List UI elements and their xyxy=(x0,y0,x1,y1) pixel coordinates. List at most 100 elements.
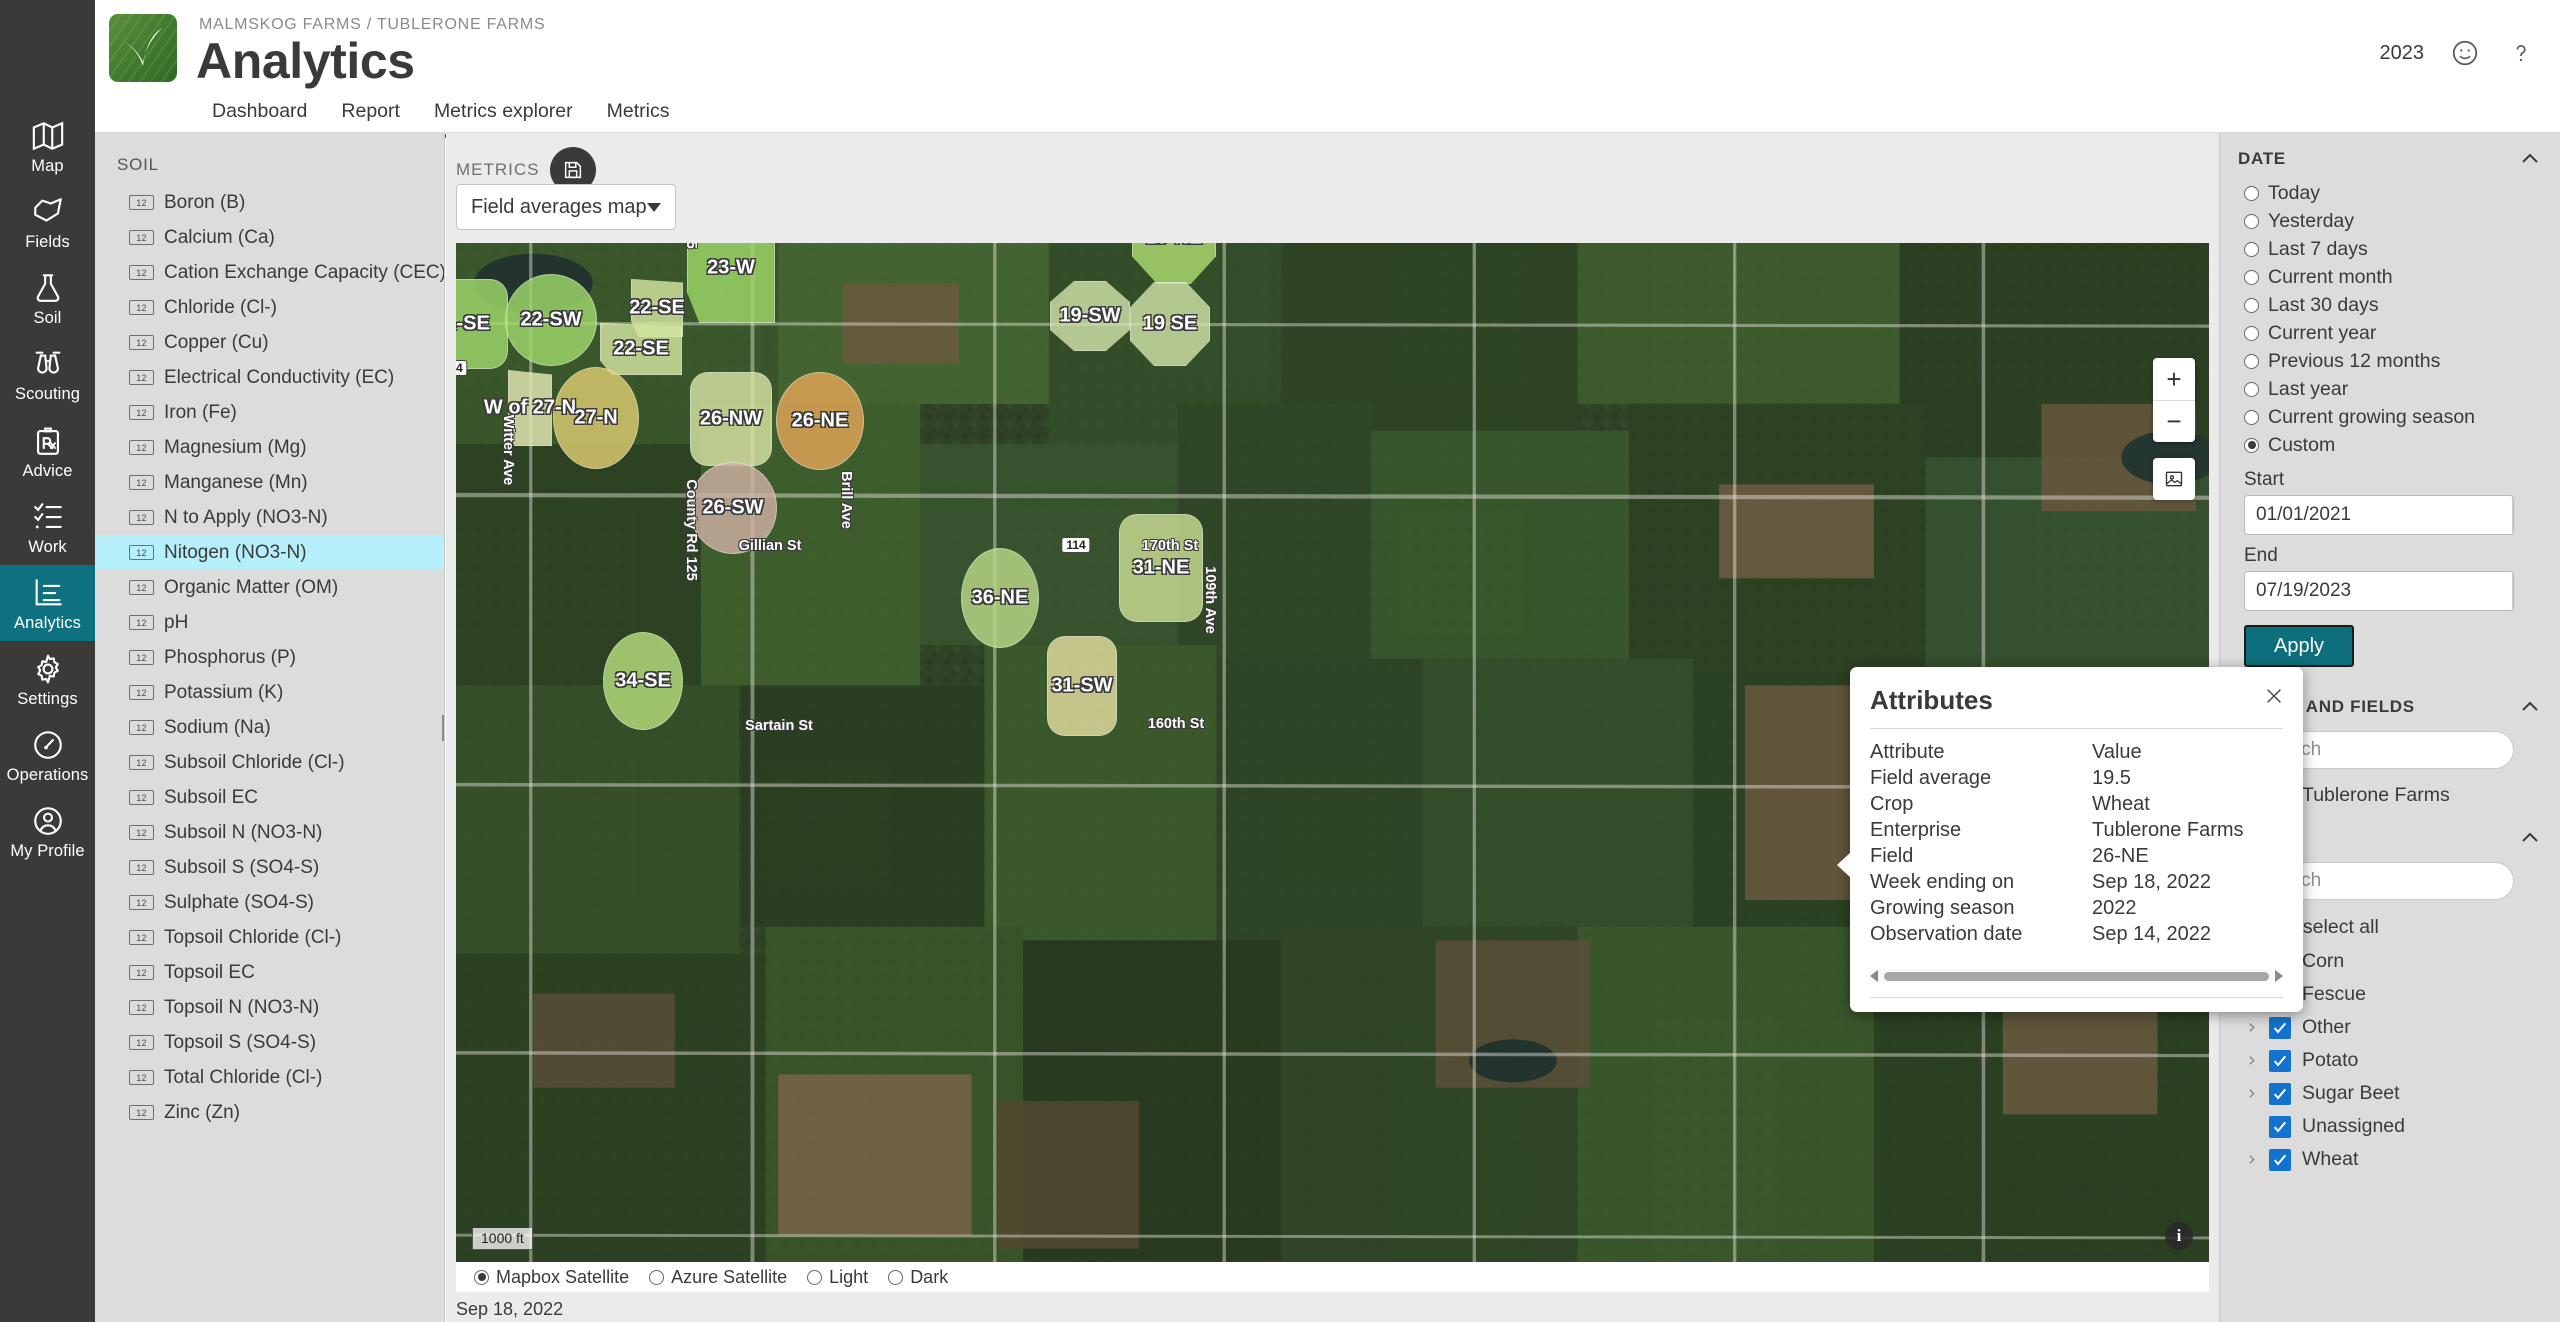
scroll-left-arrow-icon[interactable] xyxy=(1870,970,1878,982)
field-polygon[interactable] xyxy=(1047,636,1117,736)
nav-item-analytics[interactable]: Analytics xyxy=(0,564,95,641)
end-date-field[interactable] xyxy=(2244,571,2514,611)
tab-dashboard[interactable]: Dashboard xyxy=(195,94,324,138)
metric-item[interactable]: 12 Iron (Fe) xyxy=(95,395,444,430)
map-view-select[interactable]: Field averages map xyxy=(456,184,676,230)
crop-item-unassigned[interactable]: Unassigned xyxy=(2220,1110,2560,1143)
metric-item[interactable]: 12 Sodium (Na) xyxy=(95,710,444,745)
start-date-input[interactable] xyxy=(2245,496,2512,534)
metric-item[interactable]: 12 Subsoil N (NO3-N) xyxy=(95,815,444,850)
metric-item[interactable]: 12 Copper (Cu) xyxy=(95,325,444,360)
scroll-track[interactable] xyxy=(1884,971,2269,981)
start-date-field[interactable] xyxy=(2244,495,2514,535)
metric-item[interactable]: 12 Potassium (K) xyxy=(95,675,444,710)
date-option-current-month[interactable]: Current month xyxy=(2220,263,2560,291)
metric-item[interactable]: 12 Calcium (Ca) xyxy=(95,220,444,255)
date-option-custom[interactable]: Custom xyxy=(2220,431,2560,459)
fit-to-bounds-icon[interactable] xyxy=(2153,458,2195,500)
metric-item[interactable]: 12 Cation Exchange Capacity (CEC) xyxy=(95,255,444,290)
field-polygon[interactable] xyxy=(1050,281,1130,351)
close-icon[interactable] xyxy=(2263,685,2285,707)
expand-chevron-icon[interactable] xyxy=(2244,1020,2258,1035)
date-option-last-year[interactable]: Last year xyxy=(2220,375,2560,403)
checkbox-checked[interactable] xyxy=(2269,1148,2291,1171)
nav-item-map[interactable]: Map xyxy=(0,108,95,184)
zoom-out-button[interactable]: − xyxy=(2153,400,2195,442)
field-polygon[interactable] xyxy=(456,279,508,369)
radio-icon[interactable] xyxy=(807,1269,823,1285)
basemap-option-light[interactable]: Light xyxy=(807,1267,868,1288)
field-polygon[interactable] xyxy=(961,548,1039,648)
field-polygon[interactable] xyxy=(603,632,683,730)
radio-icon[interactable] xyxy=(474,1269,489,1285)
nav-item-fields[interactable]: Fields xyxy=(0,184,95,260)
map-attribution-info-icon[interactable]: i xyxy=(2165,1222,2193,1250)
field-polygon[interactable] xyxy=(1119,514,1203,622)
nav-item-my-profile[interactable]: My Profile xyxy=(0,793,95,869)
field-polygon[interactable] xyxy=(508,370,552,446)
radio-icon[interactable] xyxy=(2244,325,2259,341)
metric-item[interactable]: 12 Manganese (Mn) xyxy=(95,465,444,500)
metric-item[interactable]: 12 Organic Matter (OM) xyxy=(95,570,444,605)
radio-icon[interactable] xyxy=(2244,213,2259,229)
radio-icon[interactable] xyxy=(2244,409,2259,425)
attributes-horizontal-scrollbar[interactable] xyxy=(1870,969,2283,983)
date-option-today[interactable]: Today xyxy=(2220,179,2560,207)
chevron-up-icon[interactable] xyxy=(2518,826,2542,850)
nav-item-soil[interactable]: Soil xyxy=(0,260,95,336)
metric-item[interactable]: 12 Magnesium (Mg) xyxy=(95,430,444,465)
field-polygon[interactable] xyxy=(690,372,772,466)
checkbox-checked[interactable] xyxy=(2269,1016,2291,1039)
crop-item-other[interactable]: Other xyxy=(2220,1011,2560,1044)
basemap-option-azure-satellite[interactable]: Azure Satellite xyxy=(649,1267,787,1288)
radio-icon[interactable] xyxy=(649,1269,665,1285)
nav-item-work[interactable]: Work xyxy=(0,489,95,565)
smiley-icon[interactable] xyxy=(2450,38,2480,68)
expand-chevron-icon[interactable] xyxy=(2244,1053,2258,1068)
date-option-current-year[interactable]: Current year xyxy=(2220,319,2560,347)
field-polygon[interactable] xyxy=(687,243,775,323)
field-polygon[interactable] xyxy=(600,323,682,375)
help-icon[interactable] xyxy=(2506,38,2536,68)
nav-item-operations[interactable]: Operations xyxy=(0,717,95,793)
season-year[interactable]: 2023 xyxy=(2380,42,2425,65)
metric-item[interactable]: 12 Phosphorus (P) xyxy=(95,640,444,675)
radio-icon[interactable] xyxy=(2244,269,2259,285)
date-option-last-30-days[interactable]: Last 30 days xyxy=(2220,291,2560,319)
nav-item-advice[interactable]: Advice xyxy=(0,413,95,489)
checkbox-checked[interactable] xyxy=(2269,1115,2291,1138)
radio-icon[interactable] xyxy=(2244,381,2259,397)
expand-chevron-icon[interactable] xyxy=(2244,1086,2258,1101)
field-polygon[interactable] xyxy=(553,367,639,469)
crop-item-wheat[interactable]: Wheat xyxy=(2220,1143,2560,1176)
metric-item[interactable]: 12 Topsoil Chloride (Cl-) xyxy=(95,920,444,955)
radio-icon[interactable] xyxy=(2244,297,2259,313)
checkbox-checked[interactable] xyxy=(2269,1049,2291,1072)
apply-button[interactable]: Apply xyxy=(2244,625,2354,667)
tab-report[interactable]: Report xyxy=(324,94,417,138)
radio-icon[interactable] xyxy=(2244,241,2259,257)
radio-icon[interactable] xyxy=(2244,437,2259,453)
radio-icon[interactable] xyxy=(888,1269,904,1285)
metric-item[interactable]: 12 Topsoil N (NO3-N) xyxy=(95,990,444,1025)
zoom-in-button[interactable]: + xyxy=(2153,358,2195,400)
field-polygon[interactable] xyxy=(1130,282,1210,366)
metric-item[interactable]: 12 Subsoil EC xyxy=(95,780,444,815)
metric-item[interactable]: 12 Sulphate (SO4-S) xyxy=(95,885,444,920)
metric-item[interactable]: 12 Topsoil EC xyxy=(95,955,444,990)
metric-item[interactable]: 12 Electrical Conductivity (EC) xyxy=(95,360,444,395)
basemap-option-mapbox-satellite[interactable]: Mapbox Satellite xyxy=(474,1267,629,1288)
nav-item-scouting[interactable]: Scouting xyxy=(0,336,95,412)
metric-item[interactable]: 12 Nitogen (NO3-N) xyxy=(95,535,444,570)
date-option-previous-12-months[interactable]: Previous 12 months xyxy=(2220,347,2560,375)
metric-item[interactable]: 12 pH xyxy=(95,605,444,640)
metric-item[interactable]: 12 Total Chloride (Cl-) xyxy=(95,1060,444,1095)
expand-chevron-icon[interactable] xyxy=(2244,1152,2258,1167)
app-logo[interactable] xyxy=(109,14,177,82)
radio-icon[interactable] xyxy=(2244,353,2259,369)
tab-metrics-explorer[interactable]: Metrics explorer xyxy=(416,94,590,138)
calendar-icon[interactable] xyxy=(2512,572,2513,610)
metric-item[interactable]: 12 Subsoil Chloride (Cl-) xyxy=(95,745,444,780)
end-date-input[interactable] xyxy=(2245,572,2512,610)
metric-item[interactable]: 12 Topsoil S (SO4-S) xyxy=(95,1025,444,1060)
